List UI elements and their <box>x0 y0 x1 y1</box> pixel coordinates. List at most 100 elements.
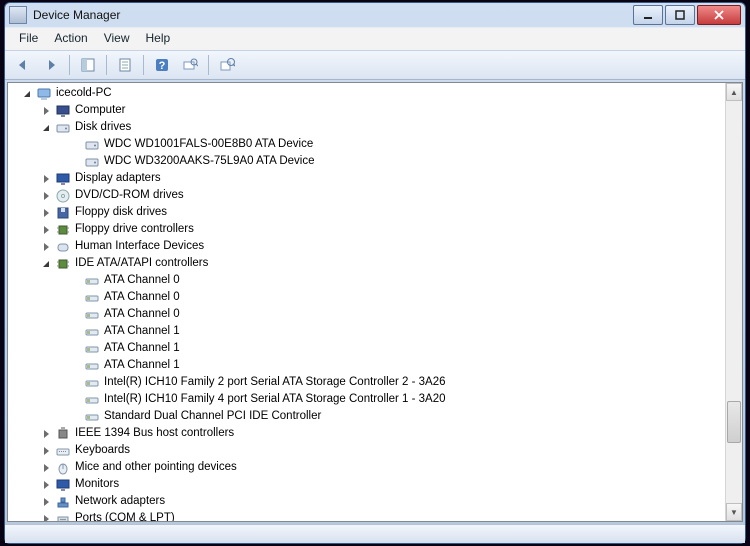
ieee1394-node[interactable]: IEEE 1394 Bus host controllers <box>8 425 725 442</box>
computer-node-expander[interactable] <box>41 105 53 117</box>
root-node-icon <box>36 86 52 102</box>
ide-item-0-label: ATA Channel 0 <box>104 272 180 289</box>
keyboards-node[interactable]: Keyboards <box>8 442 725 459</box>
ide-item-8-expander <box>70 411 82 423</box>
device-tree[interactable]: icecold-PCComputerDisk drivesWDC WD1001F… <box>8 83 725 521</box>
keyboards-node-expander[interactable] <box>41 445 53 457</box>
menu-file[interactable]: File <box>11 28 46 50</box>
display-adapters-node-label: Display adapters <box>75 170 161 187</box>
ide-node-expander[interactable] <box>41 258 53 270</box>
ide-item-4-icon <box>84 341 100 357</box>
ports-node-expander[interactable] <box>41 513 53 522</box>
ide-item-2[interactable]: ATA Channel 0 <box>8 306 725 323</box>
menu-action[interactable]: Action <box>46 28 95 50</box>
minimize-button[interactable] <box>633 5 663 25</box>
ide-item-2-icon <box>84 307 100 323</box>
ide-item-5-label: ATA Channel 1 <box>104 357 180 374</box>
maximize-button[interactable] <box>665 5 695 25</box>
floppy-ctrl-node-expander[interactable] <box>41 224 53 236</box>
ide-item-4[interactable]: ATA Channel 1 <box>8 340 725 357</box>
ide-item-0-expander <box>70 275 82 287</box>
forward-button[interactable] <box>39 53 63 77</box>
scroll-down-button[interactable]: ▼ <box>726 503 742 521</box>
disk-drive-item-0-icon <box>84 137 100 153</box>
disk-drive-item-0-label: WDC WD1001FALS-00E8B0 ATA Device <box>104 136 313 153</box>
ide-item-8[interactable]: Standard Dual Channel PCI IDE Controller <box>8 408 725 425</box>
computer-node-icon <box>55 103 71 119</box>
ieee1394-node-label: IEEE 1394 Bus host controllers <box>75 425 234 442</box>
ide-item-7[interactable]: Intel(R) ICH10 Family 4 port Serial ATA … <box>8 391 725 408</box>
monitors-node[interactable]: Monitors <box>8 476 725 493</box>
dvd-node-icon <box>55 188 71 204</box>
mice-node-expander[interactable] <box>41 462 53 474</box>
floppy-ctrl-node[interactable]: Floppy drive controllers <box>8 221 725 238</box>
disk-drives-node-expander[interactable] <box>41 122 53 134</box>
hid-node-expander[interactable] <box>41 241 53 253</box>
monitors-node-expander[interactable] <box>41 479 53 491</box>
app-icon <box>9 6 27 24</box>
floppy-ctrl-node-icon <box>55 222 71 238</box>
floppy-disk-node-label: Floppy disk drives <box>75 204 167 221</box>
ide-item-3-icon <box>84 324 100 340</box>
floppy-disk-node[interactable]: Floppy disk drives <box>8 204 725 221</box>
ide-item-7-label: Intel(R) ICH10 Family 4 port Serial ATA … <box>104 391 446 408</box>
scroll-thumb[interactable] <box>727 401 741 443</box>
titlebar[interactable]: Device Manager <box>5 3 745 27</box>
ide-item-4-expander <box>70 343 82 355</box>
ide-item-1[interactable]: ATA Channel 0 <box>8 289 725 306</box>
monitors-node-icon <box>55 477 71 493</box>
disk-drive-item-0[interactable]: WDC WD1001FALS-00E8B0 ATA Device <box>8 136 725 153</box>
computer-node[interactable]: Computer <box>8 102 725 119</box>
back-button[interactable] <box>11 53 35 77</box>
floppy-disk-node-expander[interactable] <box>41 207 53 219</box>
close-button[interactable] <box>697 5 741 25</box>
ports-node-label: Ports (COM & LPT) <box>75 510 175 521</box>
root-node-expander[interactable] <box>22 88 34 100</box>
scroll-up-button[interactable]: ▲ <box>726 83 742 101</box>
ieee1394-node-icon <box>55 426 71 442</box>
menubar: File Action View Help <box>5 27 745 50</box>
ports-node-icon <box>55 511 71 522</box>
ide-item-6-label: Intel(R) ICH10 Family 2 port Serial ATA … <box>104 374 446 391</box>
help-button[interactable]: ? <box>150 53 174 77</box>
uninstall-button[interactable] <box>215 53 239 77</box>
scroll-track[interactable] <box>726 101 742 503</box>
disk-drives-node[interactable]: Disk drives <box>8 119 725 136</box>
ide-item-6[interactable]: Intel(R) ICH10 Family 2 port Serial ATA … <box>8 374 725 391</box>
menu-view[interactable]: View <box>96 28 138 50</box>
ports-node[interactable]: Ports (COM & LPT) <box>8 510 725 521</box>
disk-drives-node-icon <box>55 120 71 136</box>
mice-node[interactable]: Mice and other pointing devices <box>8 459 725 476</box>
ide-item-3-label: ATA Channel 1 <box>104 323 180 340</box>
network-node[interactable]: Network adapters <box>8 493 725 510</box>
properties-button[interactable] <box>113 53 137 77</box>
ide-item-0[interactable]: ATA Channel 0 <box>8 272 725 289</box>
ide-item-5[interactable]: ATA Channel 1 <box>8 357 725 374</box>
display-adapters-node-expander[interactable] <box>41 173 53 185</box>
disk-drive-item-1[interactable]: WDC WD3200AAKS-75L9A0 ATA Device <box>8 153 725 170</box>
hid-node-icon <box>55 239 71 255</box>
client-area: icecold-PCComputerDisk drivesWDC WD1001F… <box>7 82 743 522</box>
mice-node-label: Mice and other pointing devices <box>75 459 237 476</box>
display-adapters-node[interactable]: Display adapters <box>8 170 725 187</box>
network-node-expander[interactable] <box>41 496 53 508</box>
vertical-scrollbar[interactable]: ▲ ▼ <box>725 83 742 521</box>
floppy-ctrl-node-label: Floppy drive controllers <box>75 221 194 238</box>
ide-item-5-expander <box>70 360 82 372</box>
dvd-node-expander[interactable] <box>41 190 53 202</box>
ide-item-1-label: ATA Channel 0 <box>104 289 180 306</box>
ide-item-3[interactable]: ATA Channel 1 <box>8 323 725 340</box>
keyboards-node-label: Keyboards <box>75 442 130 459</box>
scan-hardware-button[interactable] <box>178 53 202 77</box>
show-hide-console-tree-button[interactable] <box>76 53 100 77</box>
svg-text:?: ? <box>159 60 166 72</box>
hid-node[interactable]: Human Interface Devices <box>8 238 725 255</box>
disk-drive-item-1-icon <box>84 154 100 170</box>
ieee1394-node-expander[interactable] <box>41 428 53 440</box>
root-node[interactable]: icecold-PC <box>8 85 725 102</box>
ide-node[interactable]: IDE ATA/ATAPI controllers <box>8 255 725 272</box>
dvd-node[interactable]: DVD/CD-ROM drives <box>8 187 725 204</box>
menu-help[interactable]: Help <box>138 28 179 50</box>
statusbar <box>5 524 745 543</box>
ide-item-7-icon <box>84 392 100 408</box>
